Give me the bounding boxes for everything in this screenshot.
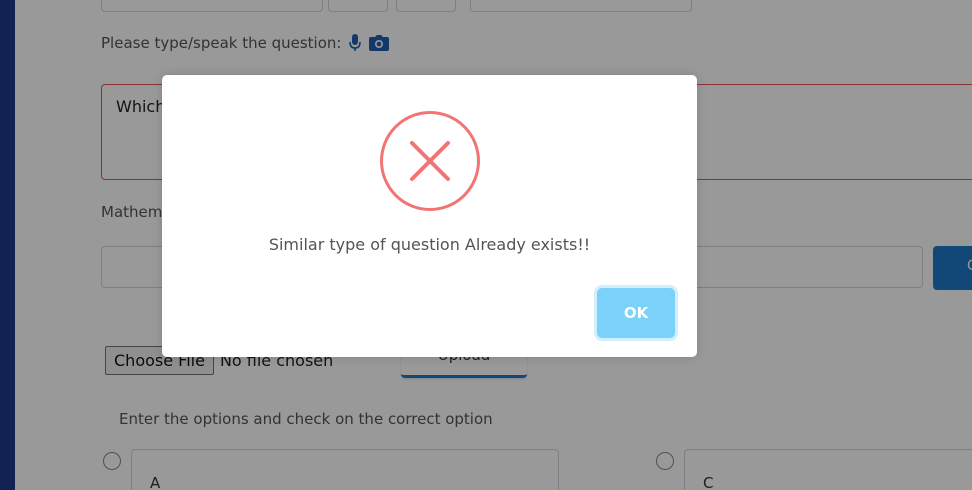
dialog-message: Similar type of question Already exists!…	[268, 235, 591, 254]
ok-button[interactable]: OK	[597, 288, 675, 338]
error-dialog: Similar type of question Already exists!…	[162, 75, 697, 357]
error-x-icon	[380, 111, 480, 211]
